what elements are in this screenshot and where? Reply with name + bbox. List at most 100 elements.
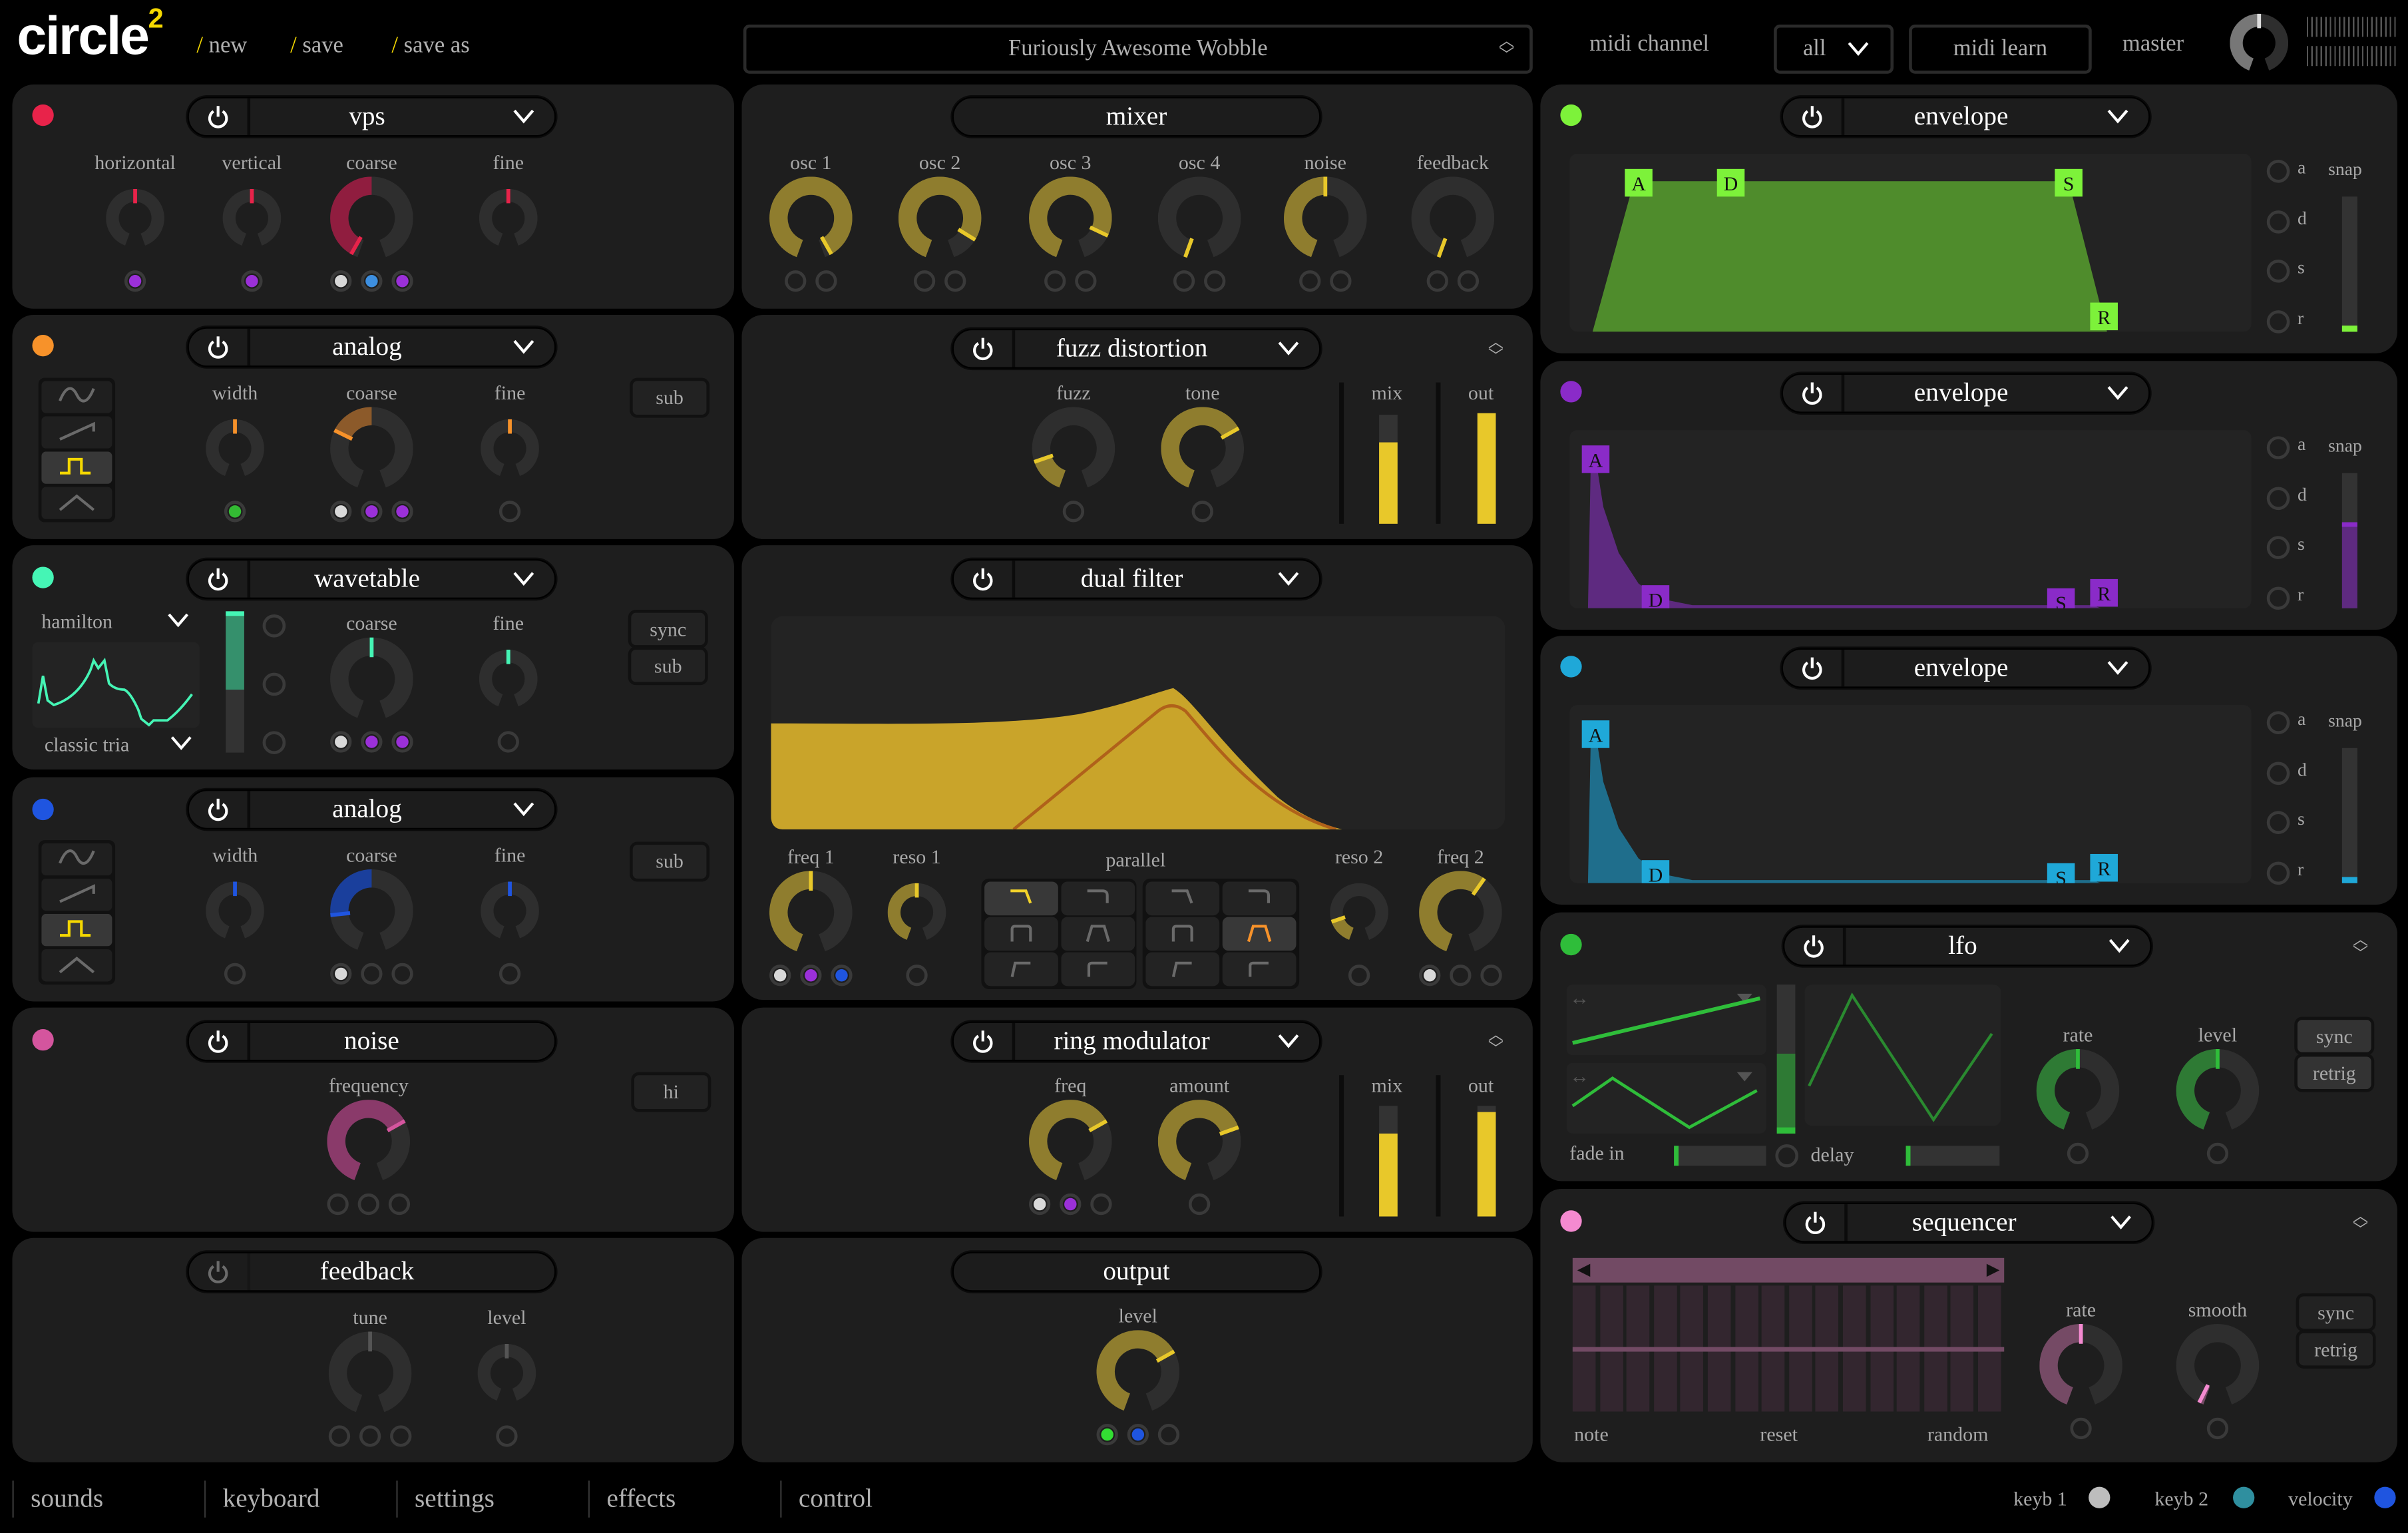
knob-dial[interactable] (898, 175, 982, 261)
envelope-option-d[interactable] (2266, 209, 2290, 233)
mod-source-slot[interactable] (330, 731, 352, 753)
mod-source-slot[interactable] (124, 270, 146, 292)
mod-source-slot[interactable] (241, 270, 263, 292)
freq-2-knob[interactable]: freq 2 (1399, 845, 1522, 989)
mod-source-slot[interactable] (1191, 501, 1213, 523)
knob-dial[interactable] (2176, 1048, 2260, 1134)
filter-type-bandpass[interactable] (1145, 917, 1220, 951)
noise-led[interactable] (32, 1028, 54, 1051)
filter-type-bandpass[interactable] (984, 917, 1058, 951)
vertical-knob[interactable]: vertical (190, 150, 313, 295)
lfo-shape-b[interactable]: ↔ (1566, 1062, 1766, 1134)
preset-up-down-icon[interactable]: ︿ ﹀ (1499, 35, 1514, 64)
envelope-option-r[interactable] (2266, 586, 2290, 609)
oscillator-1-led[interactable] (32, 104, 54, 126)
envelope-option-s[interactable] (2266, 536, 2290, 559)
mod-source-slot[interactable] (1426, 270, 1448, 292)
knob-dial[interactable] (481, 868, 539, 954)
coarse-knob[interactable]: coarse (310, 843, 433, 988)
fade-in-slider[interactable] (1674, 1146, 1766, 1166)
freq-1-knob[interactable]: freq 1 (749, 845, 873, 989)
knob-dial[interactable] (479, 175, 538, 261)
mod-source-slot[interactable] (391, 501, 413, 523)
mod-source-slot[interactable] (328, 1425, 351, 1447)
tab-settings[interactable]: settings (396, 1480, 495, 1518)
hi-button[interactable]: hi (631, 1072, 711, 1112)
knob-dial[interactable] (1330, 869, 1388, 955)
knob-dial[interactable] (1029, 175, 1112, 261)
delay-slider[interactable] (1906, 1146, 2000, 1166)
keyb-1-source-dot[interactable] (2089, 1486, 2110, 1508)
mod-radio-2[interactable] (262, 672, 286, 696)
knob-dial[interactable] (477, 1330, 536, 1416)
mod-source-slot[interactable] (1075, 270, 1097, 292)
knob-dial[interactable] (2176, 1323, 2260, 1409)
osc-3-knob[interactable]: osc 3 (1009, 150, 1132, 295)
noise-module-header[interactable]: noise (187, 1021, 556, 1062)
menu-save[interactable]: / save (290, 34, 343, 60)
mod-source-slot[interactable] (1127, 1424, 1149, 1446)
sequencer-module-selector[interactable]: sequencer (1784, 1202, 2154, 1243)
mod-source-slot[interactable] (1028, 1193, 1051, 1215)
sync-button[interactable]: sync (2296, 1293, 2376, 1332)
filter-type-bandpass-wide[interactable] (1061, 917, 1135, 951)
mod-source-slot[interactable] (497, 731, 519, 753)
osc-4-knob[interactable]: osc 4 (1138, 150, 1261, 295)
mod-source-slot[interactable] (391, 270, 413, 292)
mod-source-slot[interactable] (1188, 1193, 1211, 1215)
reorder-icon[interactable]: ︿ ﹀ (2353, 1209, 2368, 1239)
tab-sounds[interactable]: sounds (12, 1480, 103, 1518)
wave-shape-select[interactable]: classic tria (45, 733, 192, 758)
reorder-icon[interactable]: ︿ ﹀ (1488, 335, 1504, 365)
knob-dial[interactable] (1157, 175, 1241, 261)
knob-dial[interactable] (1411, 175, 1495, 261)
master-volume-knob[interactable] (2230, 13, 2289, 80)
mix-slider[interactable] (1379, 415, 1398, 524)
mod-source-slot[interactable] (2206, 1142, 2229, 1165)
mod-source-slot[interactable] (224, 963, 246, 985)
sequencer-led[interactable] (1560, 1210, 1582, 1232)
envelope-led[interactable] (1560, 381, 1582, 403)
mod-source-slot[interactable] (327, 1193, 349, 1215)
lfo-shape-a[interactable]: ↔ (1566, 985, 1766, 1056)
midi-learn-button[interactable]: midi learn (1909, 24, 2092, 74)
knob-dial[interactable] (1284, 175, 1367, 261)
arrow-right-icon[interactable]: ▶ (1987, 1259, 2000, 1279)
mod-source-slot[interactable] (391, 731, 413, 753)
mod-source-slot[interactable] (906, 965, 928, 986)
filter-type-highpass-24[interactable] (1061, 952, 1135, 986)
lfo-morph-slider[interactable] (1776, 985, 1796, 1134)
coarse-knob[interactable]: coarse (310, 611, 433, 756)
filter-type-lowpass-24[interactable] (1222, 881, 1297, 916)
coarse-knob[interactable]: coarse (310, 381, 433, 525)
reset-button[interactable]: reset (1760, 1423, 1798, 1447)
waveform-sine-button[interactable] (41, 381, 112, 413)
amount-knob[interactable]: amount (1138, 1074, 1261, 1218)
mod-source-slot[interactable] (785, 270, 807, 292)
menu-save-as[interactable]: / save as (391, 34, 469, 60)
lfo-rate-knob[interactable]: rate (2017, 1023, 2140, 1168)
mod-source-slot[interactable] (499, 501, 521, 523)
mod-source-slot[interactable] (361, 731, 383, 753)
frequency-knob[interactable]: frequency (307, 1074, 430, 1218)
knob-dial[interactable] (887, 869, 946, 955)
knob-dial[interactable] (206, 405, 264, 491)
reso-1-knob[interactable]: reso 1 (855, 845, 978, 989)
snap-slider[interactable] (2341, 748, 2357, 883)
delay-radio[interactable] (1775, 1144, 1799, 1168)
filter-type-lowpass-24[interactable] (1061, 881, 1135, 916)
envelope-option-r[interactable] (2266, 861, 2290, 884)
width-knob[interactable]: width (174, 843, 297, 988)
envelope-option-s[interactable] (2266, 259, 2290, 283)
osc-2-knob[interactable]: osc 2 (879, 150, 1002, 295)
mod-source-slot[interactable] (815, 270, 837, 292)
mod-source-slot[interactable] (1419, 965, 1441, 986)
mix-slider[interactable] (1379, 1106, 1398, 1217)
smooth-knob[interactable]: smooth (2156, 1298, 2280, 1442)
level-knob[interactable]: level (445, 1305, 568, 1450)
mod-source-slot[interactable] (1096, 1424, 1118, 1446)
mod-source-slot[interactable] (1157, 1424, 1180, 1446)
reorder-icon[interactable]: ︿ ﹀ (2353, 933, 2368, 963)
mod-source-slot[interactable] (499, 963, 521, 985)
envelope-module-selector[interactable]: envelope (1781, 648, 2150, 688)
